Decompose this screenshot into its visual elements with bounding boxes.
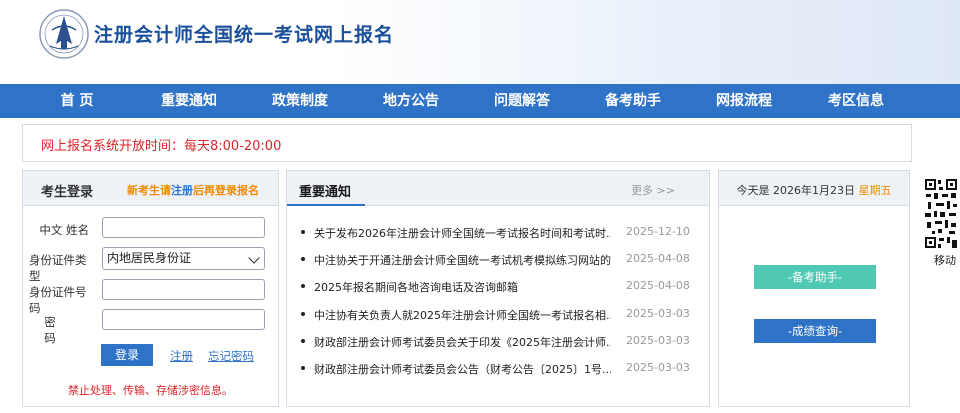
register-link[interactable]: 注册 [170, 348, 193, 364]
more-link[interactable]: 更多 >> [631, 182, 675, 198]
list-item: 关于发布2026年注册会计师全国统一考试报名时间和考试时... 2025-12-1… [301, 223, 701, 241]
nav-local-announcements[interactable]: 地方公告 [361, 84, 461, 118]
news-item-date: 2025-04-08 [626, 252, 690, 265]
weekday: 星期五 [858, 184, 892, 197]
nav-home[interactable]: 首 页 [27, 84, 127, 118]
bullet-icon [301, 312, 305, 316]
news-item-title[interactable]: 关于发布2026年注册会计师全国统一考试报名时间和考试时... [314, 225, 611, 241]
side-panel-header: 今天是 2026年1月23日 星期五 [719, 171, 909, 206]
main-nav: 首 页 重要通知 政策制度 地方公告 问题解答 备考助手 网报流程 考区信息 [0, 84, 960, 118]
news-item-date: 2025-03-03 [626, 361, 690, 374]
name-label: 中文 姓名 [39, 223, 89, 237]
nav-notices[interactable]: 重要通知 [139, 84, 239, 118]
nav-faq[interactable]: 问题解答 [472, 84, 572, 118]
password-row: 密 码 [29, 309, 269, 345]
notice-bar: 网上报名系统开放时间：每天8:00-20:00 [22, 124, 912, 162]
register-hint-link[interactable]: 注册 [171, 184, 193, 197]
news-panel: 重要通知 更多 >> 关于发布2026年注册会计师全国统一考试报名时间和考试时.… [286, 170, 710, 407]
site-title: 注册会计师全国统一考试网上报名 [94, 24, 395, 46]
password-input[interactable] [102, 309, 265, 330]
idtype-row: 身份证件类型 内地居民身份证 [29, 247, 269, 283]
forgot-password-link[interactable]: 忘记密码 [208, 348, 254, 364]
nav-policies[interactable]: 政策制度 [250, 84, 350, 118]
qr-label: 移动 [934, 254, 956, 267]
login-panel-header: 考生登录 新考生请注册后再登录报名 [23, 171, 278, 206]
news-item-title[interactable]: 中注协有关负责人就2025年注册会计师全国统一考试报名相... [314, 307, 611, 323]
news-item-date: 2025-03-03 [626, 307, 690, 320]
bullet-icon [301, 284, 305, 288]
name-input[interactable] [102, 217, 265, 238]
password-label: 密 码 [44, 315, 74, 345]
news-item-title[interactable]: 财政部注册会计师考试委员会关于印发《2025年注册会计师... [314, 334, 611, 350]
bullet-icon [301, 230, 305, 234]
score-query-button[interactable]: -成绩查询- [754, 319, 876, 343]
bullet-icon [301, 366, 305, 370]
news-item-date: 2025-04-08 [626, 279, 690, 292]
exam-helper-button[interactable]: -备考助手- [754, 265, 876, 289]
news-item-title[interactable]: 中注协关于开通注册会计师全国统一考试机考模拟练习网站的公... [314, 252, 611, 268]
list-item: 财政部注册会计师考试委员会公告（财考公告〔2025〕1号... 2025-03-0… [301, 359, 701, 377]
qr-code-icon[interactable] [924, 178, 958, 250]
news-title: 重要通知 [299, 185, 352, 200]
name-row: 中文 姓名 [29, 217, 269, 241]
idno-input[interactable] [102, 279, 265, 300]
nav-exam-area-info[interactable]: 考区信息 [806, 84, 906, 118]
bullet-icon [301, 339, 305, 343]
security-warning: 禁止处理、传输、存储涉密信息。 [68, 384, 233, 397]
idno-row: 身份证件号码 [29, 279, 269, 315]
list-item: 2025年报名期间各地咨询电话及咨询邮箱 2025-04-08 [301, 277, 701, 295]
bullet-icon [301, 257, 305, 261]
nav-registration-process[interactable]: 网报流程 [694, 84, 794, 118]
nav-exam-helper[interactable]: 备考助手 [583, 84, 683, 118]
new-candidate-hint: 新考生请注册后再登录报名 [127, 184, 259, 197]
news-panel-header: 重要通知 更多 >> [287, 171, 709, 206]
login-title: 考生登录 [41, 185, 94, 200]
login-button[interactable]: 登录 [101, 344, 153, 366]
side-panel: 今天是 2026年1月23日 星期五 -备考助手- -成绩查询- [718, 170, 910, 407]
news-item-date: 2025-12-10 [626, 225, 690, 238]
list-item: 中注协关于开通注册会计师全国统一考试机考模拟练习网站的公... 2025-04-0… [301, 250, 701, 268]
cicpa-logo-icon [39, 9, 89, 59]
site-header: 注册会计师全国统一考试网上报名 [0, 0, 960, 84]
idtype-select[interactable]: 内地居民身份证 [102, 247, 265, 270]
news-item-title[interactable]: 财政部注册会计师考试委员会公告（财考公告〔2025〕1号... [314, 361, 611, 377]
login-panel: 考生登录 新考生请注册后再登录报名 中文 姓名 身份证件类型 内地居民身份证 身… [22, 170, 279, 407]
news-title-underline [287, 204, 365, 206]
list-item: 中注协有关负责人就2025年注册会计师全国统一考试报名相... 2025-03-0… [301, 305, 701, 323]
news-item-title[interactable]: 2025年报名期间各地咨询电话及咨询邮箱 [314, 279, 611, 295]
list-item: 财政部注册会计师考试委员会关于印发《2025年注册会计师... 2025-03-0… [301, 332, 701, 350]
today-date: 今天是 2026年1月23日 星期五 [736, 184, 892, 197]
system-hours-notice: 网上报名系统开放时间：每天8:00-20:00 [41, 139, 282, 154]
chevron-down-icon [248, 252, 260, 264]
news-item-date: 2025-03-03 [626, 334, 690, 347]
